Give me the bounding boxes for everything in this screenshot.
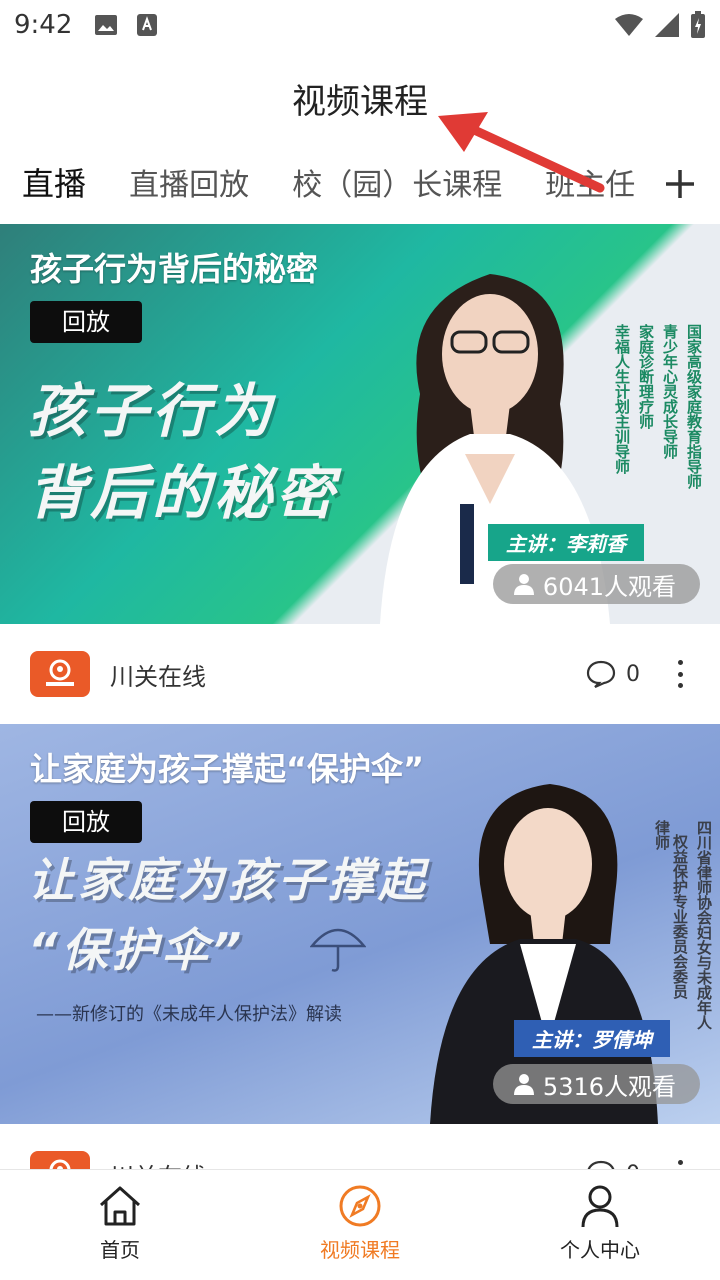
speaker-credential: 四川省律师协会妇女与未成年人: [695, 820, 713, 1030]
speaker-credential: 幸福人生计划主训导师: [613, 324, 631, 474]
replay-badge: 回放: [30, 801, 142, 843]
app-notification-icon: [137, 14, 158, 36]
speaker-credential: 律师: [653, 820, 671, 850]
speaker-credential: 家庭诊断理疗师: [637, 324, 655, 429]
nav-profile[interactable]: 个人中心: [480, 1170, 720, 1280]
person-icon: [581, 1185, 619, 1228]
video-title: 孩子行为背后的秘密: [30, 250, 319, 288]
gallery-icon: [95, 15, 118, 35]
speaker-label: 主讲：李莉香: [488, 524, 644, 561]
status-bar: 9:42: [0, 0, 720, 50]
banner-headline-line1: 孩子行为: [28, 377, 277, 445]
video-title: 让家庭为孩子撑起“保护伞”: [30, 750, 425, 788]
more-options-icon[interactable]: [670, 1156, 690, 1169]
viewer-count: 5316人观看: [492, 1064, 700, 1104]
banner-headline-line2: 背后的秘密: [28, 459, 339, 527]
comment-count: 0: [626, 1162, 640, 1170]
annotation-arrow-icon: [438, 112, 605, 193]
viewer-person-icon: [513, 1074, 534, 1095]
tab-live[interactable]: 直播: [22, 156, 86, 212]
nav-home[interactable]: 首页: [0, 1170, 240, 1280]
speaker-credential: 国家高级家庭教育指导师: [685, 324, 703, 489]
comment-count: 0: [626, 661, 640, 687]
status-time: 9:42: [14, 10, 73, 40]
viewer-count: 6041人观看: [492, 564, 700, 604]
video-thumbnail[interactable]: 让家庭为孩子撑起“保护伞” 回放 让家庭为孩子撑起 “保护伞” ——新修订的《未…: [0, 724, 720, 1124]
channel-logo-icon: [49, 1159, 71, 1169]
category-tabs: 直播 直播回放 校（园）长课程 班主任: [0, 156, 720, 218]
nav-video-courses[interactable]: 视频课程: [240, 1170, 480, 1280]
compass-icon: [339, 1185, 381, 1227]
speaker-label: 主讲：罗倩坤: [514, 1020, 670, 1057]
channel-name[interactable]: 川关在线: [110, 1157, 206, 1170]
banner-headline-line1: 让家庭为孩子撑起: [28, 853, 428, 907]
banner-headline-line2: “保护伞”: [28, 923, 246, 977]
battery-icon: [691, 11, 705, 38]
replay-badge: 回放: [30, 301, 142, 343]
viewer-count-text: 6041人观看: [542, 572, 676, 601]
comment-button[interactable]: 0: [586, 1160, 640, 1169]
comment-icon: [587, 1160, 615, 1169]
nav-label: 视频课程: [320, 1238, 400, 1262]
comment-icon: [586, 660, 616, 688]
viewer-person-icon: [513, 574, 534, 595]
video-card[interactable]: 孩子行为背后的秘密 回放 孩子行为 背后的秘密 国家高级家庭教育指导师 青少年心…: [0, 224, 720, 724]
banner-subtitle: ——新修订的《未成年人保护法》解读: [36, 1004, 342, 1025]
umbrella-icon: [310, 928, 366, 972]
tab-live-replay[interactable]: 直播回放: [129, 158, 249, 214]
viewer-count-text: 5316人观看: [542, 1072, 676, 1101]
speaker-credential: 青少年心灵成长导师: [661, 324, 679, 459]
channel-logo[interactable]: [30, 651, 90, 697]
video-feed[interactable]: 孩子行为背后的秘密 回放 孩子行为 背后的秘密 国家高级家庭教育指导师 青少年心…: [0, 224, 720, 1169]
channel-name[interactable]: 川关在线: [110, 657, 206, 692]
nav-label: 个人中心: [560, 1238, 640, 1262]
card-footer: 川关在线 0: [0, 624, 720, 724]
comment-button[interactable]: 0: [586, 660, 640, 688]
page-title: 视频课程: [292, 82, 428, 122]
wifi-icon: [615, 14, 643, 36]
speaker-credential: 权益保护专业委员会委员: [671, 834, 689, 999]
nav-label: 首页: [100, 1238, 140, 1262]
video-thumbnail[interactable]: 孩子行为背后的秘密 回放 孩子行为 背后的秘密 国家高级家庭教育指导师 青少年心…: [0, 224, 720, 624]
add-tab-icon[interactable]: [662, 164, 698, 204]
video-card[interactable]: 让家庭为孩子撑起“保护伞” 回放 让家庭为孩子撑起 “保护伞” ——新修订的《未…: [0, 724, 720, 1169]
channel-logo[interactable]: [30, 1151, 90, 1169]
bottom-nav: 首页 视频课程 个人中心: [0, 1169, 720, 1280]
more-options-icon[interactable]: [670, 656, 690, 692]
home-icon: [99, 1186, 141, 1226]
card-footer: 川关在线 0: [0, 1124, 720, 1169]
channel-logo-icon: [46, 659, 74, 686]
signal-icon: [655, 13, 679, 37]
